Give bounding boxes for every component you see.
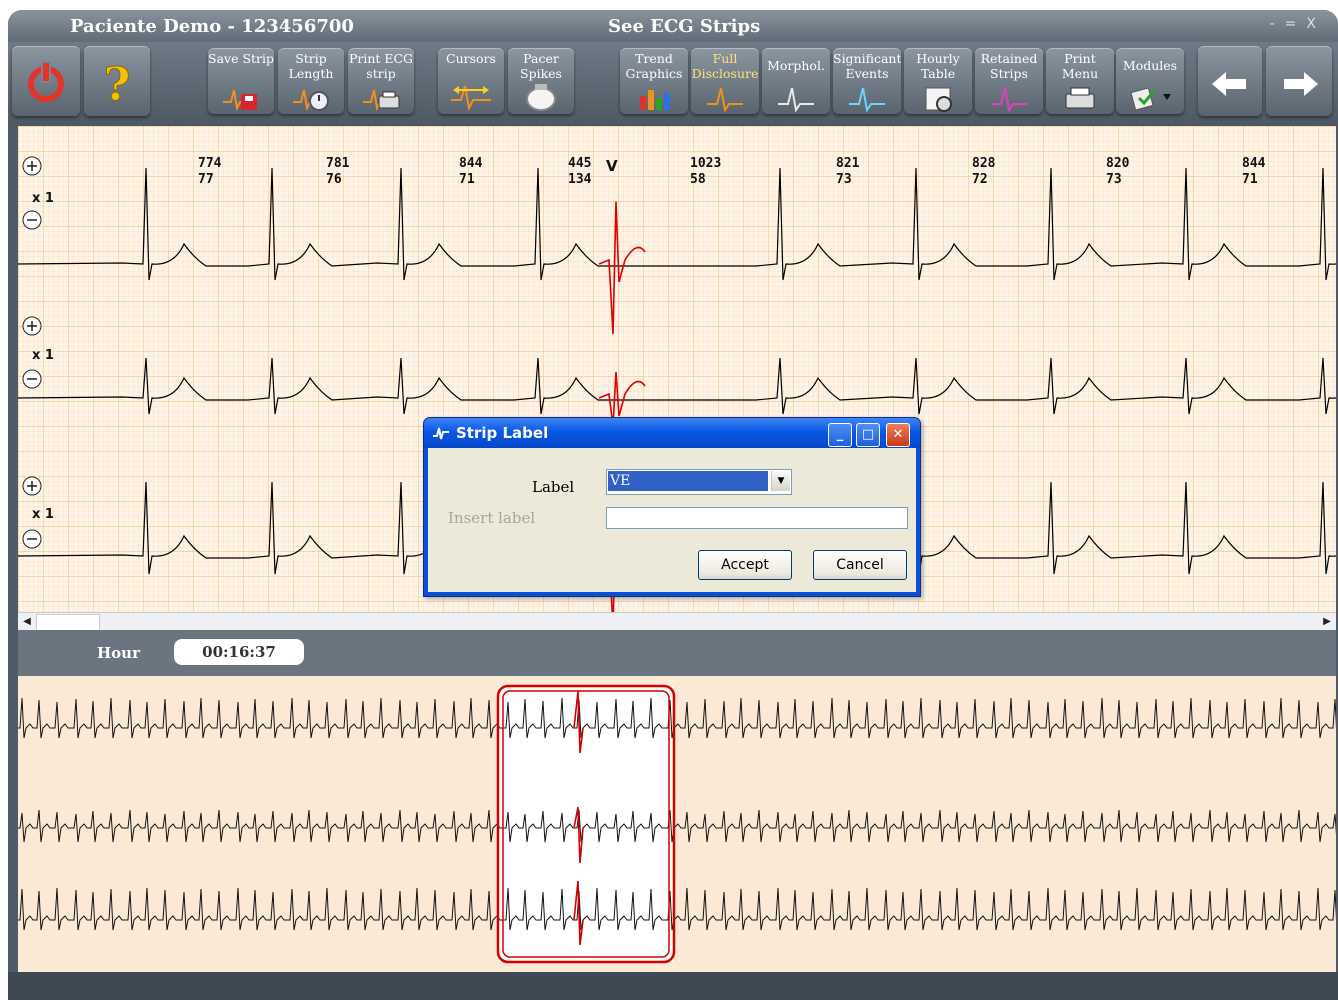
dialog-body: Label VE ▼ Insert label Accept Cancel: [428, 448, 916, 592]
dialog-title-bar[interactable]: Strip Label _ □ ✕: [424, 418, 920, 448]
zoom-in-icon[interactable]: [22, 476, 42, 496]
print-ecg-strip-button[interactable]: Print ECG strip: [348, 48, 414, 114]
insert-label-input[interactable]: [606, 507, 908, 529]
power-icon: [28, 61, 64, 102]
heart-rate-label: 76: [326, 172, 342, 187]
power-button[interactable]: [12, 46, 80, 116]
rr-interval-label: 774: [198, 156, 222, 171]
hour-label: Hour: [97, 644, 140, 662]
print-ecg-icon: [363, 89, 400, 112]
label-select[interactable]: VE ▼: [606, 469, 792, 495]
minimize-button[interactable]: -: [1270, 16, 1285, 32]
cancel-button[interactable]: Cancel: [813, 550, 907, 580]
channel-gain: x 1: [32, 507, 54, 522]
help-icon: ?: [103, 57, 131, 112]
hour-field[interactable]: 00:16:37: [174, 639, 304, 665]
morphology-button[interactable]: Morphol.: [762, 48, 830, 114]
cursors-icon: [451, 85, 491, 112]
retained-strips-button[interactable]: Retained Strips: [975, 48, 1043, 114]
significant-events-icon: [849, 87, 885, 112]
heart-rate-label: 77: [198, 172, 214, 187]
forward-arrow-icon: [1284, 72, 1318, 96]
channel-gain: x 1: [32, 191, 54, 206]
horizontal-scrollbar[interactable]: ◀ ▶: [18, 612, 1336, 632]
scroll-right-icon[interactable]: ▶: [1320, 615, 1334, 629]
rr-interval-label: 781: [326, 156, 350, 171]
help-button[interactable]: ?: [84, 46, 150, 116]
app-icon: [433, 427, 449, 440]
overview-canvas[interactable]: [18, 676, 1338, 972]
heart-rate-label: 58: [690, 172, 706, 187]
accept-button[interactable]: Accept: [698, 550, 792, 580]
zoom-out-icon[interactable]: [22, 529, 42, 549]
heart-rate-label: 73: [1106, 172, 1122, 187]
pacer-spikes-icon: [526, 84, 556, 111]
strip-length-button[interactable]: Strip Length: [278, 48, 344, 114]
zoom-in-icon[interactable]: [22, 316, 42, 336]
full-disclosure-button[interactable]: Full Disclosure: [691, 48, 759, 114]
beat-type-marker: V: [606, 157, 618, 175]
title-bar: Paciente Demo - 123456700 See ECG Strips…: [8, 10, 1338, 42]
insert-label-caption: Insert label: [448, 509, 536, 527]
heart-rate-label: 72: [972, 172, 988, 187]
back-button[interactable]: [1198, 46, 1262, 116]
forward-button[interactable]: [1266, 46, 1332, 116]
rr-interval-label: 821: [836, 156, 860, 171]
close-button[interactable]: X: [1306, 16, 1326, 32]
hourly-table-button[interactable]: Hourly Table: [904, 48, 972, 114]
svg-text:?: ?: [104, 57, 131, 111]
window-title: See ECG Strips: [608, 16, 761, 37]
modules-icon: [1130, 87, 1171, 111]
save-strip-button[interactable]: Save Strip: [208, 48, 274, 114]
channel-gain: x 1: [32, 348, 54, 363]
zoom-in-icon[interactable]: [22, 156, 42, 176]
dialog-minimize-button[interactable]: _: [828, 423, 852, 447]
rr-interval-label: 828: [972, 156, 996, 171]
dialog-close-button[interactable]: ✕: [886, 423, 910, 447]
morphology-icon: [778, 87, 814, 112]
strip-label-dialog: Strip Label _ □ ✕ Label VE ▼ Insert labe…: [423, 417, 921, 597]
hourly-table-icon: [925, 87, 952, 112]
rr-interval-label: 844: [1242, 156, 1266, 171]
toolbar: ? Save Strip Strip Length Print ECG stri…: [8, 42, 1338, 126]
chevron-down-icon[interactable]: ▼: [771, 471, 790, 491]
trend-graphics-button[interactable]: Trend Graphics: [620, 48, 688, 114]
dialog-title: Strip Label: [456, 424, 549, 442]
heart-rate-label: 73: [836, 172, 852, 187]
print-menu-button[interactable]: Print Menu: [1046, 48, 1114, 114]
scroll-left-icon[interactable]: ◀: [20, 615, 34, 629]
heart-rate-label: 71: [1242, 172, 1258, 187]
dialog-maximize-button[interactable]: □: [856, 423, 880, 447]
rr-interval-label: 1023: [690, 156, 721, 171]
save-strip-icon: [223, 89, 257, 112]
significant-events-button[interactable]: Significant Events: [833, 48, 901, 114]
rr-interval-label: 844: [459, 156, 483, 171]
hour-bar: Hour 00:16:37: [18, 630, 1336, 676]
rr-interval-label: 820: [1106, 156, 1130, 171]
zoom-out-icon[interactable]: [22, 369, 42, 389]
window-controls[interactable]: -=X: [1270, 16, 1326, 32]
zoom-out-icon[interactable]: [22, 210, 42, 230]
maximize-button[interactable]: =: [1285, 16, 1307, 32]
pacer-spikes-button[interactable]: Pacer Spikes: [508, 48, 574, 114]
full-disclosure-overview[interactable]: [18, 676, 1338, 972]
modules-button[interactable]: Modules: [1116, 48, 1184, 114]
back-arrow-icon: [1212, 72, 1246, 96]
rr-interval-label: 445: [568, 156, 591, 171]
selection-window[interactable]: [498, 686, 674, 962]
full-disclosure-icon: [707, 87, 743, 112]
print-menu-icon: [1065, 87, 1095, 109]
retained-strips-icon: [991, 87, 1027, 112]
label-select-value: VE: [608, 471, 768, 491]
patient-title: Paciente Demo - 123456700: [70, 16, 354, 37]
status-bar: [8, 972, 1338, 1000]
strip-length-icon: [293, 89, 329, 112]
trend-graphics-icon: [640, 90, 670, 110]
heart-rate-label: 134: [568, 172, 592, 187]
cursors-button[interactable]: Cursors: [438, 48, 504, 114]
heart-rate-label: 71: [459, 172, 475, 187]
label-caption: Label: [532, 478, 575, 496]
